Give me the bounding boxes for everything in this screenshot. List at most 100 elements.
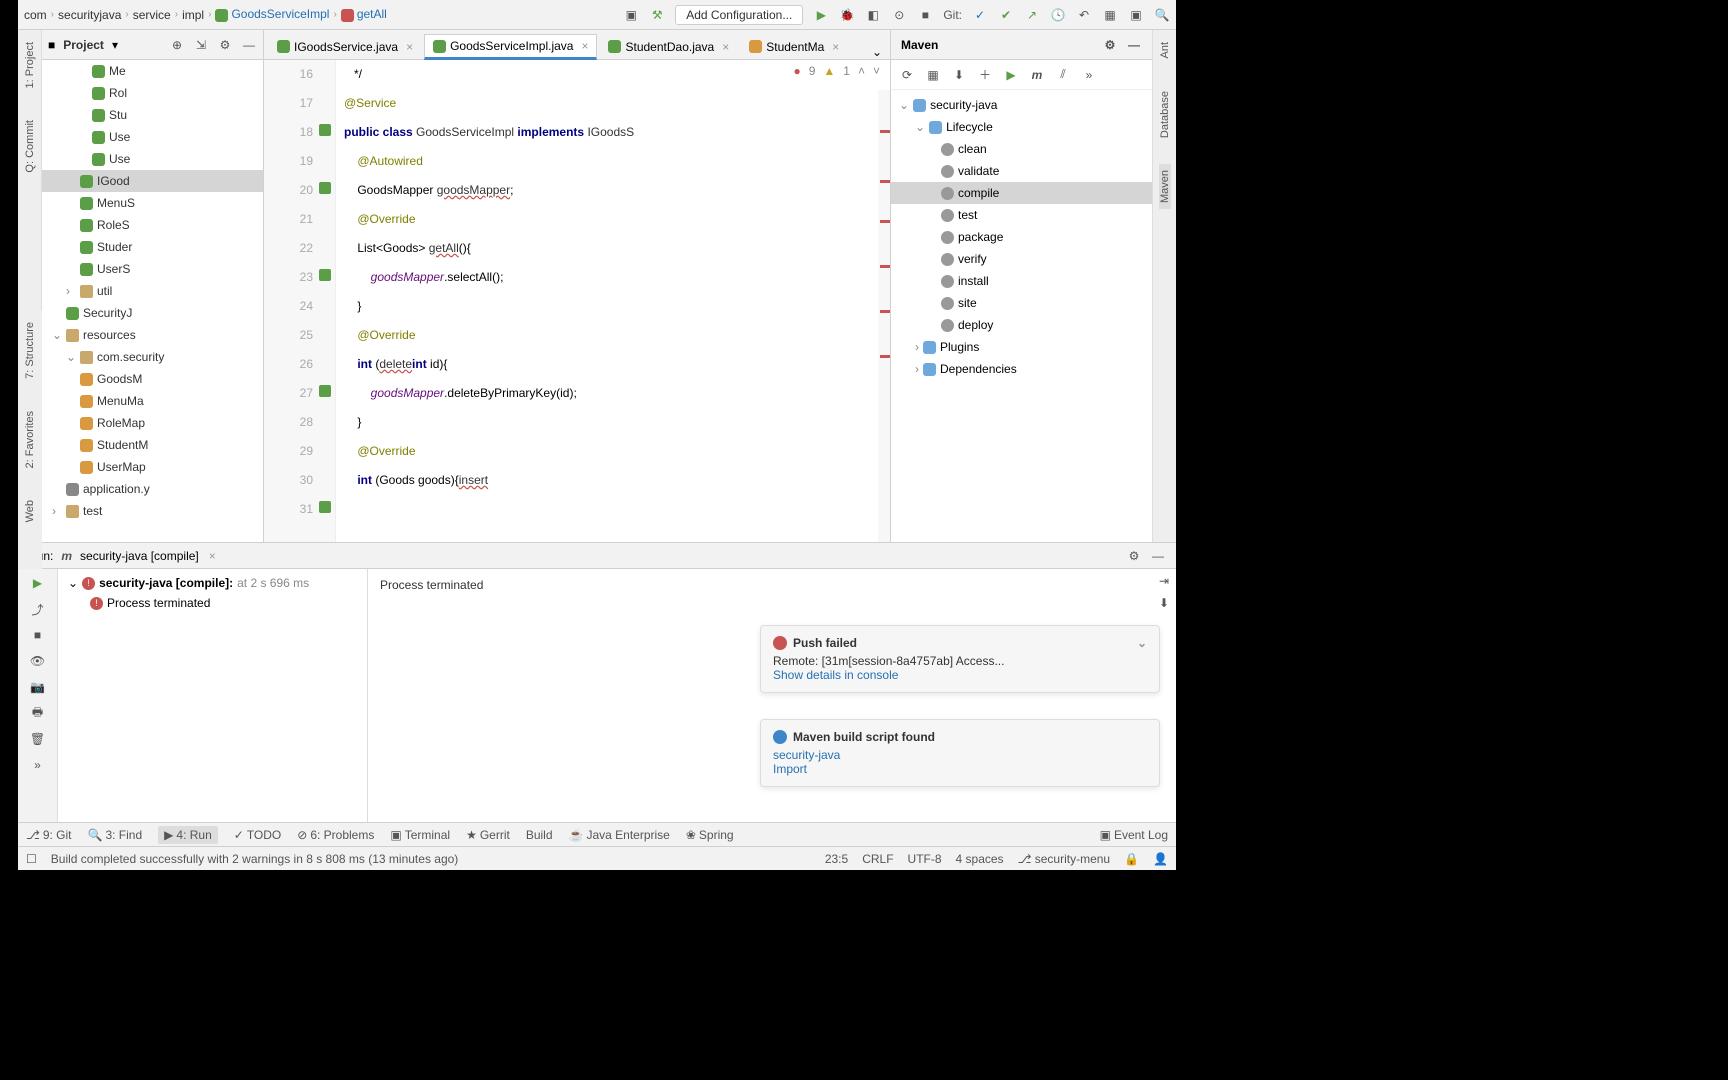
maven-node[interactable]: install (891, 270, 1152, 292)
stop-icon[interactable]: ■ (917, 7, 933, 23)
camera-icon[interactable]: 📷 (30, 679, 46, 695)
tree-row[interactable]: Stu (42, 104, 263, 126)
project-title[interactable]: Project (63, 38, 104, 52)
indent[interactable]: 4 spaces (956, 852, 1004, 866)
tree-row[interactable]: ⌄com.security (42, 346, 263, 368)
maven-node[interactable]: ⌄security-java (891, 94, 1152, 116)
spring-tab[interactable]: ❀ Spring (686, 828, 734, 842)
project-tool-button[interactable]: 1: Project (24, 36, 36, 94)
crumb-method[interactable]: getAll (341, 7, 387, 21)
run-tree[interactable]: ⌄ ! security-java [compile]: at 2 s 696 … (58, 569, 368, 822)
maven-node[interactable]: test (891, 204, 1152, 226)
maven-node[interactable]: ⌄Lifecycle (891, 116, 1152, 138)
commit-tool-button[interactable]: Q: Commit (24, 114, 36, 179)
tree-row[interactable]: MenuMa (42, 390, 263, 412)
gear-icon[interactable]: ⚙ (1126, 548, 1142, 564)
notif-body[interactable]: security-java (773, 748, 1147, 762)
expand-icon[interactable]: ⌄ (899, 98, 909, 112)
tree-row[interactable]: RoleMap (42, 412, 263, 434)
code-content[interactable]: */@Servicepublic class GoodsServiceImpl … (336, 60, 890, 542)
search-icon[interactable]: 🔍 (1154, 7, 1170, 23)
tree-row[interactable]: Use (42, 148, 263, 170)
more-icon[interactable]: » (30, 757, 46, 773)
gerrit-tab[interactable]: ★ Gerrit (466, 828, 510, 842)
up-icon[interactable]: ˄ (858, 64, 865, 78)
inspection-widget[interactable]: ●9 ▲1 ˄ ˅ (793, 64, 880, 78)
scroll-icon[interactable]: ⬇ (1156, 595, 1172, 611)
close-icon[interactable]: × (722, 40, 729, 54)
run-tab[interactable]: ▶ 4: Run (158, 826, 218, 844)
build-tab[interactable]: Build (526, 828, 553, 842)
crumb[interactable]: service (133, 8, 171, 22)
crumb[interactable]: com (24, 8, 47, 22)
maven-node[interactable]: package (891, 226, 1152, 248)
ant-tool-button[interactable]: Ant (1159, 36, 1171, 65)
structure-tool-button[interactable]: 7: Structure (24, 316, 36, 385)
expand-icon[interactable]: › (66, 284, 76, 298)
gear-icon[interactable]: ⚙ (217, 37, 233, 53)
terminal-tab[interactable]: ▣ Terminal (390, 828, 450, 842)
lock-icon[interactable]: 🔒 (1124, 852, 1139, 866)
expand-icon[interactable]: ⌄ (915, 120, 925, 134)
minimize-icon[interactable]: — (1150, 548, 1166, 564)
chevron-down-icon[interactable]: ▾ (112, 38, 118, 52)
status-icon[interactable]: ☐ (26, 852, 37, 866)
maven-node[interactable]: clean (891, 138, 1152, 160)
maven-node[interactable]: ›Dependencies (891, 358, 1152, 380)
git-update-icon[interactable]: ✓ (972, 7, 988, 23)
editor-gutter[interactable]: 16171819202122232425262728293031 (264, 60, 336, 542)
crumb[interactable]: impl (182, 8, 204, 22)
close-icon[interactable]: × (406, 40, 413, 54)
find-tab[interactable]: 🔍 3: Find (88, 828, 143, 842)
maven-tree[interactable]: ⌄security-java⌄Lifecyclecleanvalidatecom… (891, 90, 1152, 542)
maven-tool-button[interactable]: Maven (1159, 164, 1171, 209)
tree-row[interactable]: RoleS (42, 214, 263, 236)
gear-icon[interactable]: ⚙ (1102, 37, 1118, 53)
maven-node[interactable]: verify (891, 248, 1152, 270)
skip-tests-icon[interactable]: ⫽ (1055, 67, 1071, 83)
close-icon[interactable]: × (581, 39, 588, 53)
stop-icon[interactable]: ⤴ (30, 601, 46, 617)
expand-icon[interactable]: ⌄ (66, 350, 76, 364)
down-icon[interactable]: ˅ (873, 64, 880, 78)
ide-icon[interactable]: ▦ (1102, 7, 1118, 23)
project-tree[interactable]: MeRolStuUseUseIGoodMenuSRoleSStuderUserS… (42, 60, 263, 542)
minimize-icon[interactable]: — (241, 37, 257, 53)
web-tool-button[interactable]: Web (24, 494, 36, 528)
tree-row[interactable]: UserMap (42, 456, 263, 478)
tree-row[interactable]: ⌄resources (42, 324, 263, 346)
hammer-icon[interactable]: ⚒ (649, 7, 665, 23)
notif-link[interactable]: Import (773, 762, 1147, 776)
tree-row[interactable]: ›util (42, 280, 263, 302)
print-icon[interactable]: 🖶 (30, 705, 46, 721)
editor-tab[interactable]: GoodsServiceImpl.java× (424, 34, 597, 60)
run-config-selector[interactable]: Add Configuration... (675, 5, 803, 25)
terminal-icon[interactable]: ▣ (623, 7, 639, 23)
database-tool-button[interactable]: Database (1159, 85, 1171, 144)
rerun-icon[interactable]: ▶ (30, 575, 46, 591)
man-icon[interactable]: 👤 (1153, 852, 1168, 866)
close-icon[interactable]: × (832, 40, 839, 54)
git-tab[interactable]: ⎇ 9: Git (26, 828, 72, 842)
generate-icon[interactable]: ▦ (925, 67, 941, 83)
encoding[interactable]: UTF-8 (908, 852, 942, 866)
tree-row[interactable]: application.y (42, 478, 263, 500)
error-stripe[interactable] (878, 90, 890, 542)
editor-tab[interactable]: StudentMa× (740, 33, 848, 59)
tree-row[interactable]: Use (42, 126, 263, 148)
crumb[interactable]: securityjava (58, 8, 121, 22)
favorites-tool-button[interactable]: 2: Favorites (24, 405, 36, 474)
run-icon[interactable]: ▶ (813, 7, 829, 23)
event-log-tab[interactable]: ▣ Event Log (1100, 828, 1168, 842)
delete-icon[interactable]: 🗑 (30, 731, 46, 747)
view-icon[interactable]: 👁 (30, 653, 46, 669)
debug-icon[interactable]: 🐞 (839, 7, 855, 23)
run-node[interactable]: ⌄ ! security-java [compile]: at 2 s 696 … (62, 573, 363, 593)
tree-row[interactable]: Rol (42, 82, 263, 104)
expand-icon[interactable]: ⇲ (193, 37, 209, 53)
caret-position[interactable]: 23:5 (825, 852, 848, 866)
expand-icon[interactable]: › (52, 504, 62, 518)
maven-node[interactable]: validate (891, 160, 1152, 182)
softwrap-icon[interactable]: ⇥ (1156, 573, 1172, 589)
ide-icon[interactable]: ▣ (1128, 7, 1144, 23)
